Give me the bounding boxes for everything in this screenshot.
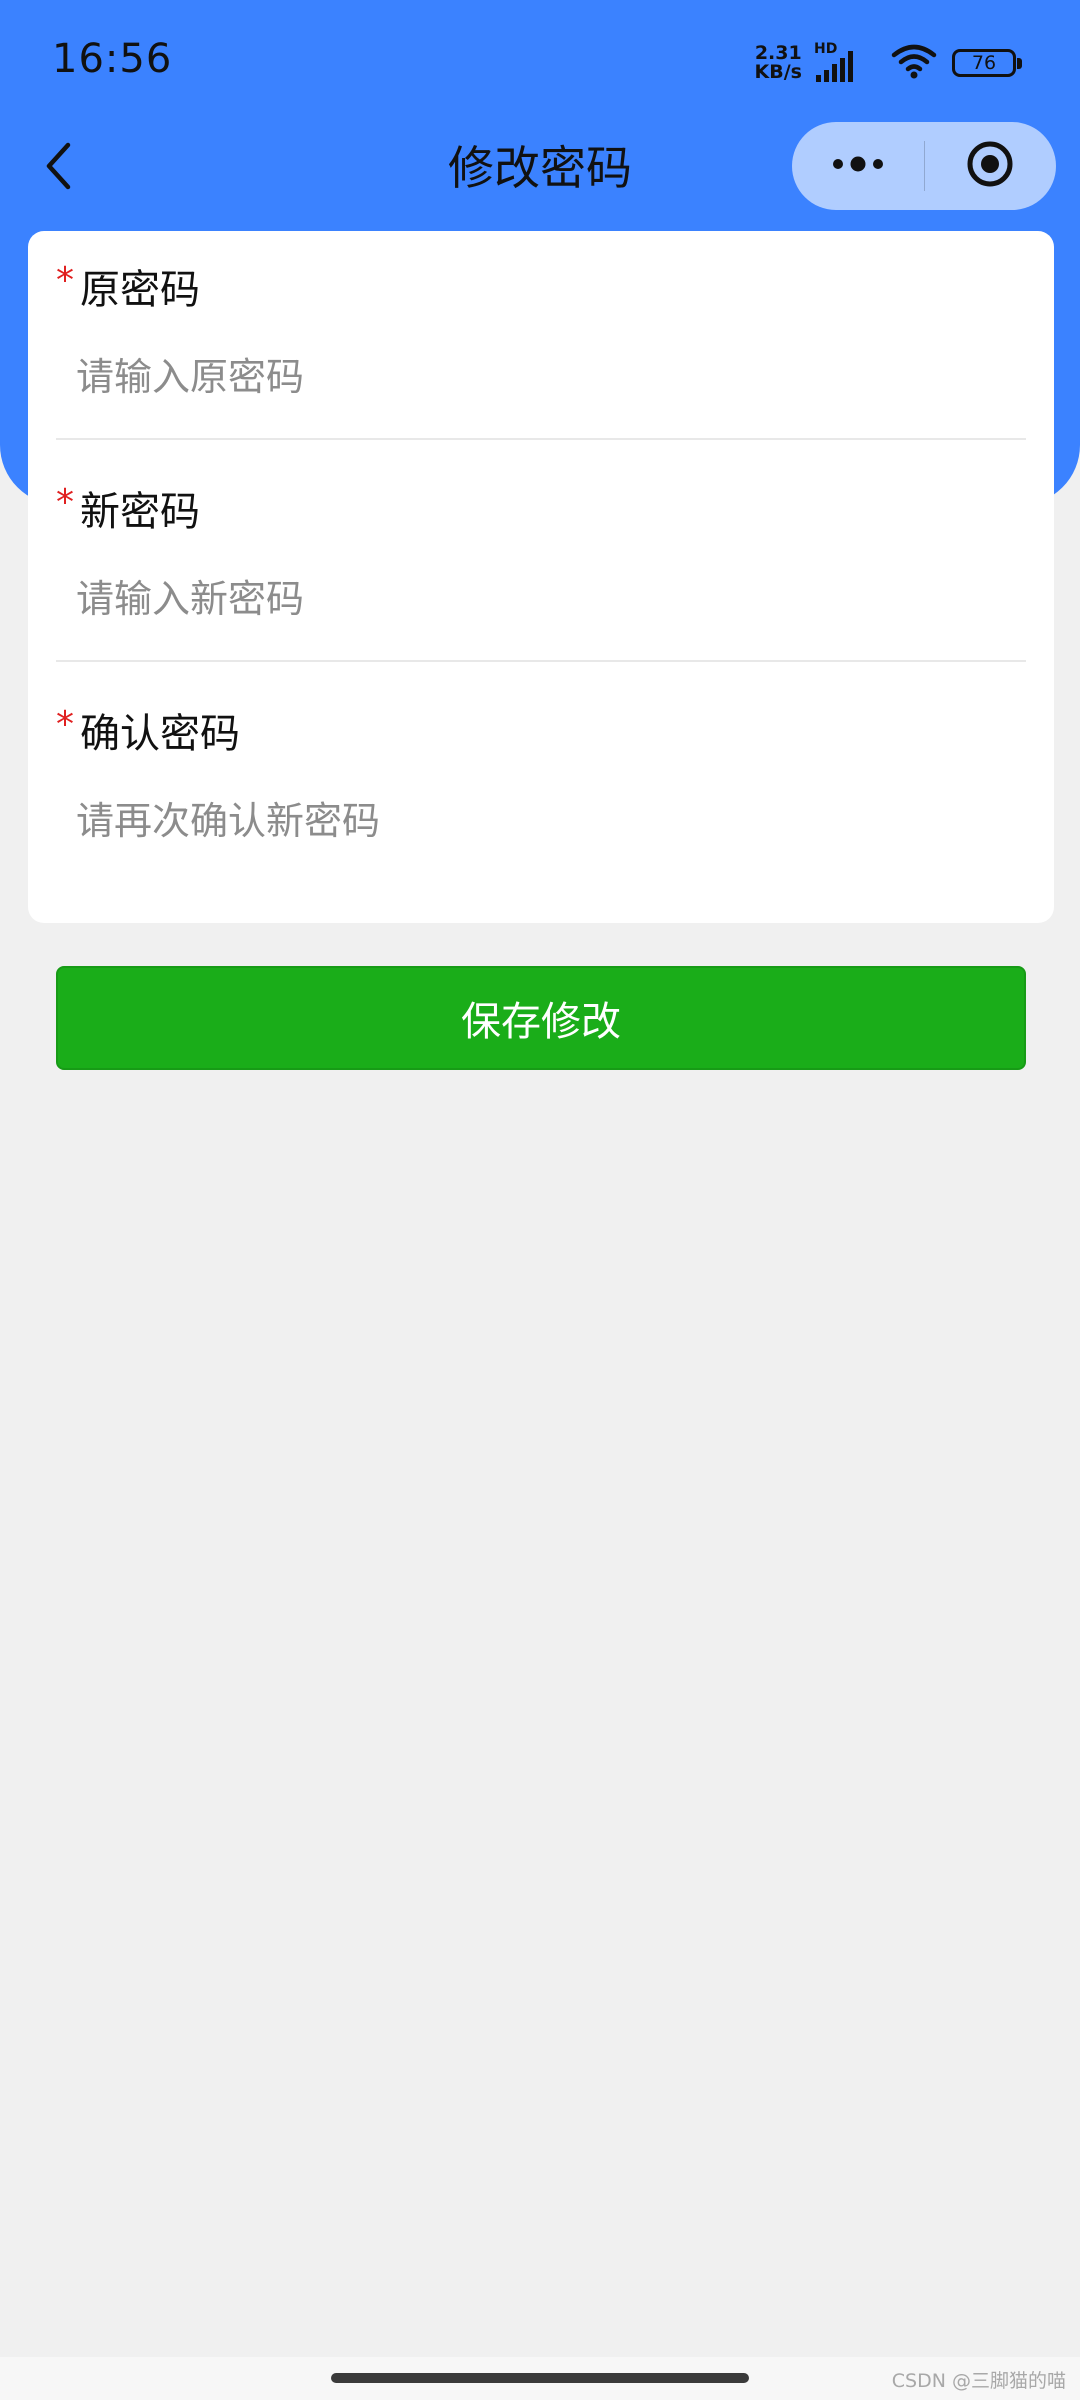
confirm-password-label-text: 确认密码 <box>80 711 240 757</box>
navigation-bar: 修改密码 <box>0 122 1080 214</box>
home-indicator[interactable] <box>331 2373 749 2383</box>
new-password-input[interactable] <box>76 567 996 631</box>
more-menu-button[interactable] <box>792 122 924 210</box>
signal-icon: HD <box>814 41 870 83</box>
battery-icon: 76 <box>952 49 1022 77</box>
form-item-old-password: * 原密码 <box>56 231 1026 440</box>
required-mark: * <box>56 259 74 301</box>
target-circle-icon <box>965 139 1015 193</box>
status-time: 16:56 <box>52 36 173 82</box>
old-password-input[interactable] <box>76 345 996 409</box>
required-mark: * <box>56 481 74 523</box>
password-form-card: * 原密码 * 新密码 * 确认密码 <box>28 231 1054 923</box>
network-speed-unit: KB/s <box>754 61 802 83</box>
old-password-label: * 原密码 <box>56 259 200 314</box>
battery-level: 76 <box>971 52 997 74</box>
battery-tip <box>1017 58 1022 69</box>
new-password-label: * 新密码 <box>56 481 200 536</box>
save-changes-button[interactable]: 保存修改 <box>56 966 1026 1070</box>
back-button[interactable] <box>30 136 86 200</box>
network-speed: 2.31 KB/s <box>755 44 802 82</box>
old-password-label-text: 原密码 <box>80 267 200 313</box>
mini-program-capsule <box>792 122 1056 210</box>
watermark: CSDN @三脚猫的喵 <box>891 2370 1066 2392</box>
chevron-left-icon <box>43 141 73 195</box>
confirm-password-input[interactable] <box>76 789 996 853</box>
new-password-label-text: 新密码 <box>80 489 200 535</box>
status-bar: 16:56 2.31 KB/s HD 76 <box>0 0 1080 122</box>
form-item-new-password: * 新密码 <box>56 453 1026 662</box>
more-dots-icon <box>830 154 886 178</box>
wifi-icon <box>890 43 938 83</box>
close-mini-program-button[interactable] <box>925 122 1057 210</box>
status-icons: 2.31 KB/s HD 76 <box>755 40 1022 86</box>
form-item-confirm-password: * 确认密码 <box>56 675 1026 884</box>
confirm-password-label: * 确认密码 <box>56 703 240 758</box>
required-mark: * <box>56 703 74 745</box>
